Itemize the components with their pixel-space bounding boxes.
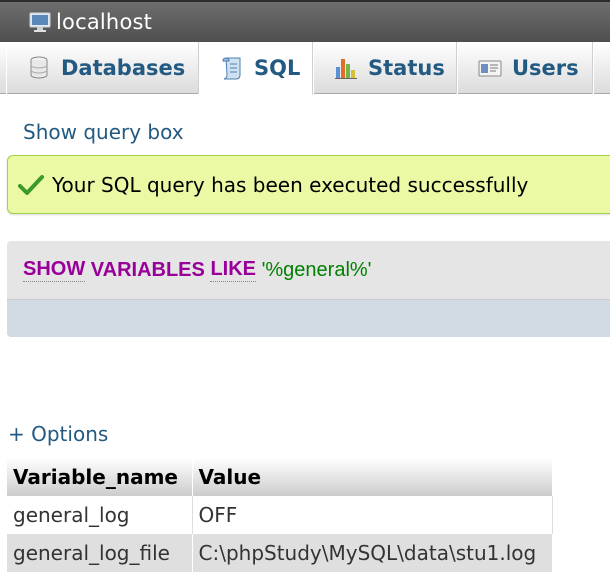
tab-overflow[interactable] — [593, 42, 610, 94]
column-header-variable-name[interactable]: Variable_name — [7, 458, 193, 496]
server-name-link[interactable]: localhost — [56, 10, 152, 34]
tab-label: Users — [512, 56, 579, 80]
database-icon — [27, 55, 51, 81]
status-chart-icon — [334, 55, 358, 81]
table-header-row: Variable_name Value — [7, 458, 553, 496]
value-cell: OFF — [192, 496, 553, 534]
tab-label: SQL — [254, 56, 301, 80]
table-row[interactable]: general_log OFF — [7, 496, 553, 534]
users-card-icon — [478, 55, 502, 81]
sql-statement: SHOW VARIABLES LIKE '%general%' — [7, 241, 610, 299]
server-breadcrumb-bar: localhost — [0, 0, 610, 42]
variable-name-cell: general_log_file — [7, 534, 193, 572]
tab-sql[interactable]: SQL — [199, 42, 313, 95]
sql-string-literal: '%general%' — [261, 258, 372, 281]
variable-name-cell: general_log — [7, 496, 193, 534]
results-table: Variable_name Value general_log OFF gene… — [7, 458, 553, 572]
sql-box-footer — [7, 299, 610, 337]
tab-databases[interactable]: Databases — [6, 42, 199, 94]
server-monitor-icon — [28, 11, 52, 33]
sql-query-box: SHOW VARIABLES LIKE '%general%' — [7, 241, 610, 337]
tab-label: Databases — [61, 56, 186, 80]
checkmark-icon — [18, 174, 44, 196]
tab-users[interactable]: Users — [457, 42, 593, 94]
column-header-value[interactable]: Value — [192, 458, 553, 496]
sql-keyword-like[interactable]: LIKE — [210, 258, 256, 282]
value-cell: C:\phpStudy\MySQL\data\stu1.log — [192, 534, 553, 572]
show-query-box-link[interactable]: Show query box — [23, 120, 184, 144]
sql-scroll-icon — [220, 55, 244, 81]
tab-label: Status — [368, 56, 445, 80]
table-row[interactable]: general_log_file C:\phpStudy\MySQL\data\… — [7, 534, 553, 572]
success-text: Your SQL query has been executed success… — [52, 172, 529, 197]
sql-keyword-show[interactable]: SHOW — [23, 258, 86, 282]
sql-keyword-variables: VARIABLES — [90, 258, 205, 281]
tab-status[interactable]: Status — [313, 42, 457, 94]
options-toggle-link[interactable]: + Options — [8, 422, 108, 446]
main-tabs: Databases SQL Status Users — [0, 42, 610, 95]
success-message: Your SQL query has been executed success… — [7, 155, 610, 214]
